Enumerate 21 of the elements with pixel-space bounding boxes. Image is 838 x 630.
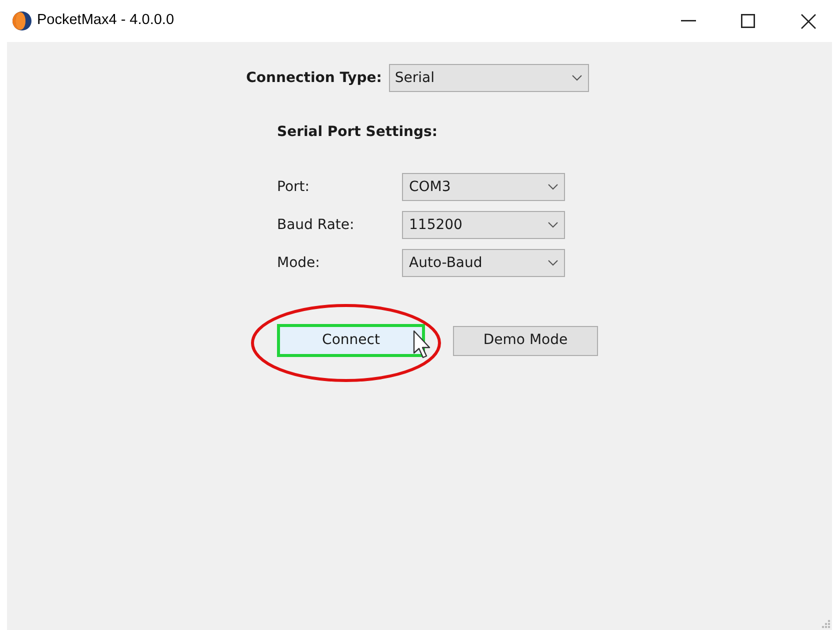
close-icon [800,14,816,28]
dropdown[interactable]: Auto-Baud [402,249,565,277]
field-label: Mode: [277,254,321,272]
dropdown[interactable]: COM3 [402,173,565,201]
dropdown[interactable]: 115200 [402,211,565,239]
chevron-down-icon [548,260,558,266]
maximize-icon [741,14,755,28]
connection-type-dropdown[interactable]: Serial [388,64,589,92]
resize-grip-icon [821,619,830,628]
button[interactable]: Demo Mode [453,326,598,356]
field-label: Port: [277,178,310,196]
chevron-down-icon [548,184,558,190]
chevron-down-icon [572,75,582,81]
chevron-down-icon [548,222,558,228]
button[interactable]: Connect [277,324,425,357]
app-logo-icon [12,11,32,31]
connection-type-label: Connection Type: [246,68,382,88]
minimize-icon [680,20,696,22]
field-label: Baud Rate: [277,216,356,234]
section-heading: Serial Port Settings: [277,123,438,142]
window-title: PocketMax4 - 4.0.0.0 [37,11,174,30]
